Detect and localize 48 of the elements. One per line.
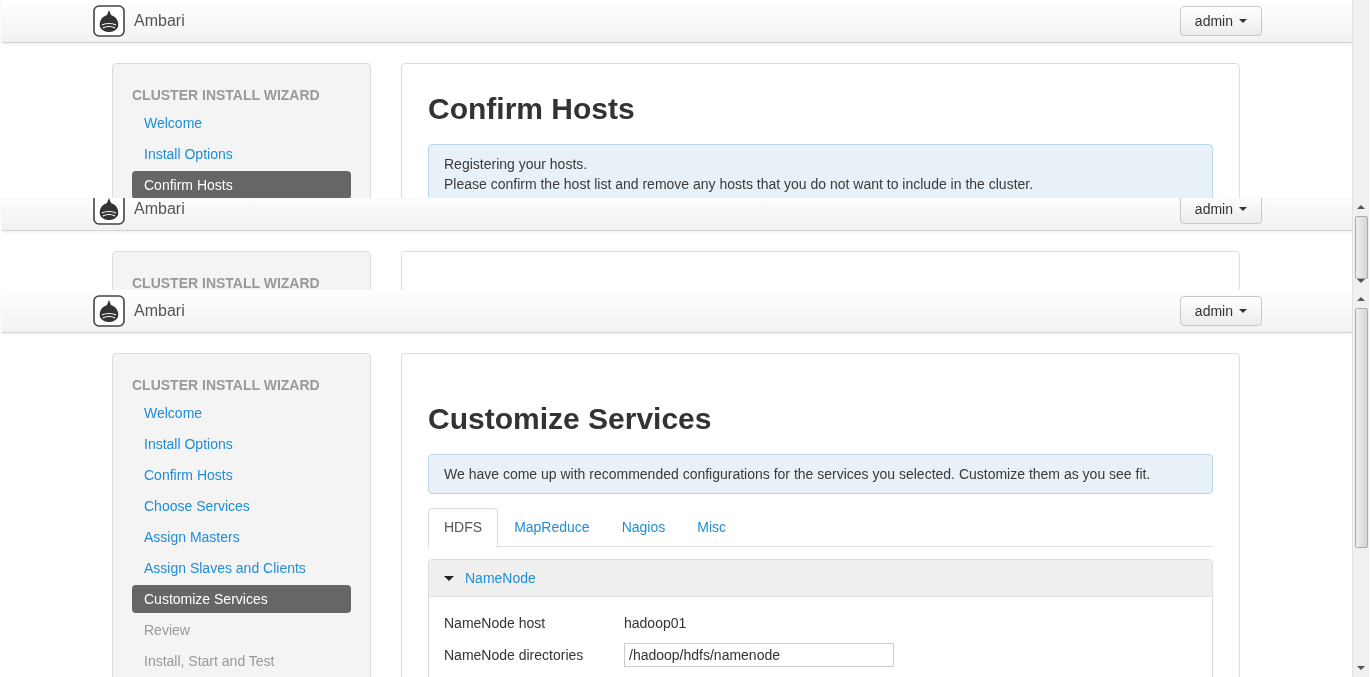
service-tab[interactable]: HDFS	[428, 508, 499, 548]
brand-name[interactable]: Ambari	[134, 302, 185, 320]
brand-name[interactable]: Ambari	[134, 200, 185, 218]
scroll-up-icon[interactable]	[1357, 297, 1365, 301]
field-value: hadoop01	[624, 615, 687, 631]
caret-icon	[1239, 309, 1247, 313]
wizard-step[interactable]: Welcome	[132, 109, 351, 137]
user-menu-button[interactable]: admin	[1179, 198, 1262, 224]
user-menu-button[interactable]: admin	[1179, 296, 1262, 326]
service-tab[interactable]: MapReduce	[498, 508, 606, 546]
wizard-title: CLUSTER INSTALL WIZARD	[132, 275, 321, 290]
wizard-step[interactable]: Install Options	[132, 430, 351, 458]
wizard-step: Review	[132, 616, 351, 644]
logo-icon	[93, 295, 125, 327]
logo-icon	[93, 5, 125, 37]
wizard-step[interactable]: Confirm Hosts	[132, 461, 351, 489]
wizard-step[interactable]: Confirm Hosts	[132, 171, 351, 198]
wizard-step[interactable]: Install Options	[132, 140, 351, 168]
page-heading: Confirm Hosts	[428, 91, 636, 127]
expand-caret-icon[interactable]	[444, 575, 454, 581]
field-label: NameNode host	[444, 615, 547, 631]
field-label: NameNode directories	[444, 647, 585, 663]
brand-name[interactable]: Ambari	[134, 12, 185, 30]
service-tab[interactable]: Nagios	[605, 508, 682, 546]
wizard-step[interactable]: Assign Slaves and Clients	[132, 554, 351, 582]
caret-icon	[1239, 19, 1247, 23]
wizard-step[interactable]: Assign Masters	[132, 523, 351, 551]
scrollbar-thumb[interactable]	[1354, 216, 1368, 279]
scroll-down-icon[interactable]	[1357, 666, 1365, 670]
section-header[interactable]: NameNode	[429, 560, 1212, 597]
wizard-title: CLUSTER INSTALL WIZARD	[132, 377, 321, 393]
section-title[interactable]: NameNode	[465, 570, 536, 586]
page-heading: Customize Services	[428, 401, 713, 437]
wizard-step[interactable]: Choose Services	[132, 492, 351, 520]
alert-text: We have come up with recommended configurations for the services you selected. Customize them as you see fit.	[444, 465, 1152, 484]
alert-text: Please confirm the host list and remove any hosts that you do not want to include in the cluster.	[444, 175, 1035, 194]
input-field[interactable]: /hadoop/hdfs/namenode	[624, 643, 894, 667]
user-menu-button[interactable]: admin	[1179, 6, 1262, 36]
caret-icon	[1239, 207, 1247, 211]
scrollbar-thumb[interactable]	[1354, 308, 1368, 548]
service-tab[interactable]: Misc	[681, 508, 742, 546]
alert-text: Registering your hosts.	[444, 155, 589, 174]
scroll-up-icon[interactable]	[1357, 205, 1365, 209]
scroll-down-icon[interactable]	[1357, 279, 1365, 283]
wizard-step[interactable]: Welcome	[132, 399, 351, 427]
wizard-title: CLUSTER INSTALL WIZARD	[132, 87, 321, 103]
wizard-step: Install, Start and Test	[132, 647, 351, 675]
wizard-step[interactable]: Customize Services	[132, 585, 351, 613]
